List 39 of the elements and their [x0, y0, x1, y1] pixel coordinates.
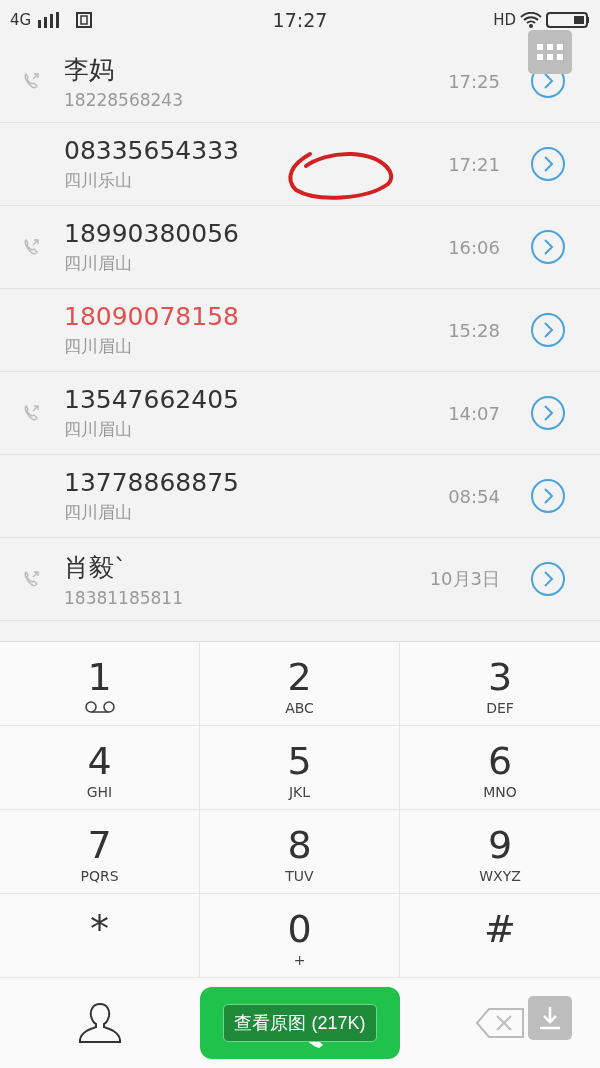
call-time: 14:07 [448, 402, 500, 424]
call-log-row[interactable]: 18990380056 四川眉山 16:06 [0, 206, 600, 289]
caller-name: 李妈 [64, 53, 115, 86]
dial-key[interactable]: 5 JKL [200, 726, 400, 810]
dial-key[interactable]: * [0, 894, 200, 978]
caller-name: 18090078158 [64, 302, 240, 331]
dial-key[interactable]: 7 PQRS [0, 810, 200, 894]
dial-key[interactable]: 8 TUV [200, 810, 400, 894]
caller-detail: 四川眉山 [64, 335, 133, 358]
caller-name: 肖毅` [64, 551, 128, 584]
caller-detail: 四川乐山 [64, 169, 133, 192]
hd-indicator: HD [493, 11, 516, 29]
dial-key[interactable]: 4 GHI [0, 726, 200, 810]
caller-name: 18990380056 [64, 219, 240, 248]
call-log-row[interactable]: 13547662405 四川眉山 14:07 [0, 372, 600, 455]
caller-detail: 四川眉山 [64, 252, 133, 275]
caller-name: 13778868875 [64, 468, 240, 497]
caller-detail: 四川眉山 [64, 418, 133, 441]
call-time: 17:25 [448, 70, 500, 92]
call-time: 08:54 [448, 485, 500, 507]
dial-key[interactable]: 2 ABC [200, 642, 400, 726]
call-time: 16:06 [448, 236, 500, 258]
dial-key[interactable]: 0 + [200, 894, 400, 978]
call-time: 10月3日 [429, 567, 500, 591]
call-button[interactable]: 查看原图 (217K) [200, 987, 400, 1059]
view-original-button[interactable]: 查看原图 (217K) [223, 1004, 377, 1042]
call-log-row[interactable]: 肖毅` 18381185811 10月3日 [0, 538, 600, 621]
call-time: 15:28 [448, 319, 500, 341]
network-type: 4G [10, 11, 32, 29]
dial-key[interactable]: 1 [0, 642, 200, 726]
call-log-row[interactable]: 08335654333 四川乐山 17:21 [0, 123, 600, 206]
clock: 17:27 [272, 9, 328, 31]
caller-detail: 四川眉山 [64, 501, 133, 524]
call-log-row[interactable]: 13778868875 四川眉山 08:54 [0, 455, 600, 538]
caller-detail: 18228568243 [64, 89, 184, 110]
caller-detail: 18381185811 [64, 587, 184, 608]
caller-name: 08335654333 [64, 136, 240, 165]
call-time: 17:21 [448, 153, 500, 175]
caller-name: 13547662405 [64, 385, 240, 414]
